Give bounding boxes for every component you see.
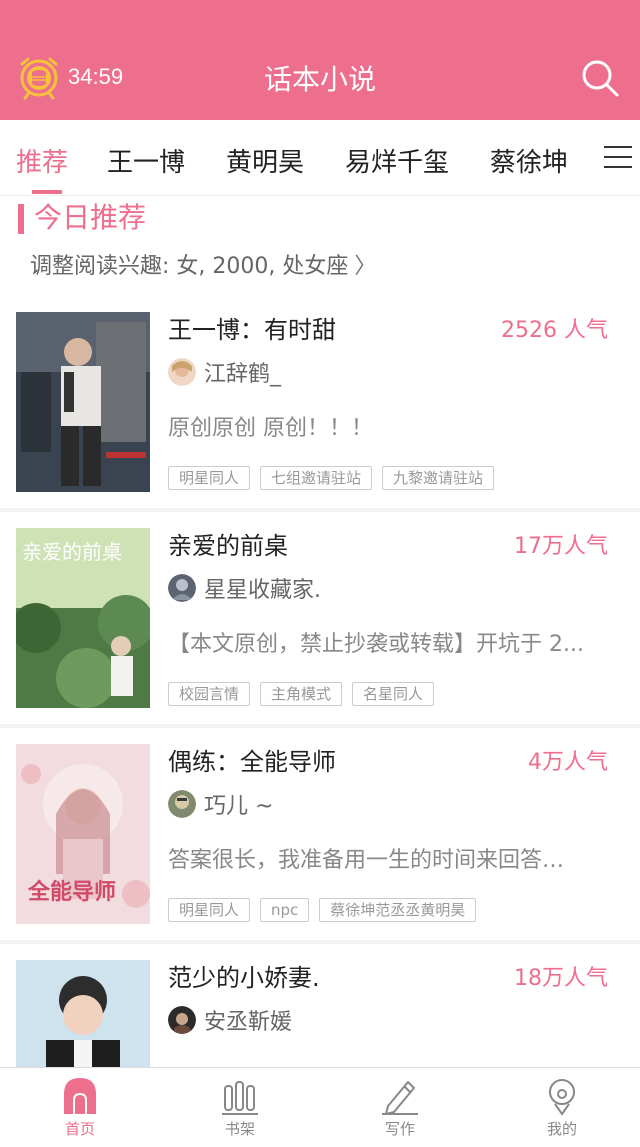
nav-bookshelf[interactable]: 书架 — [200, 1076, 280, 1139]
book-card[interactable]: 王一博：有时甜 2526 人气 江辞鹤_ 原创原创 原创！！！ 明星同人 七组邀… — [0, 296, 640, 512]
menu-icon[interactable] — [604, 146, 632, 170]
profile-icon — [549, 1079, 575, 1116]
tab-huang-minghao[interactable]: 黄明昊 — [226, 142, 304, 179]
book-author[interactable]: 安丞靳媛 — [168, 1004, 292, 1036]
avatar — [168, 574, 196, 602]
nav-profile[interactable]: 我的 — [522, 1076, 602, 1139]
tab-wang-yibo[interactable]: 王一博 — [107, 142, 185, 179]
app-header: 34:59 话本小说 — [0, 0, 640, 120]
section-accent-line — [32, 190, 62, 194]
book-title: 王一博：有时甜 — [168, 316, 336, 344]
pencil-icon — [382, 1081, 418, 1115]
book-author[interactable]: 巧儿 ~ — [168, 788, 273, 820]
search-icon[interactable] — [580, 58, 620, 98]
interest-text: 调整阅读兴趣: 女, 2000, 处女座 — [30, 254, 349, 279]
cover-title: 亲爱的前桌 — [22, 540, 122, 564]
book-card[interactable]: 全能导师 偶练：全能导师 4万人气 巧儿 ~ 答案很长，我准备用一生的时间来回答… — [0, 728, 640, 944]
tab-yi-yangqianxi[interactable]: 易烊千玺 — [345, 142, 449, 179]
adjust-interest-link[interactable]: 调整阅读兴趣: 女, 2000, 处女座〉 — [30, 248, 376, 280]
book-tag[interactable]: 明星同人 — [168, 898, 251, 922]
author-name: 巧儿 ~ — [204, 794, 274, 819]
book-description: 原创原创 原创！！！ — [168, 416, 373, 441]
book-popularity: 17万人气 — [514, 534, 608, 559]
nav-write[interactable]: 写作 — [360, 1076, 440, 1139]
book-title: 偶练：全能导师 — [168, 748, 336, 776]
book-description: 【本文原创，禁止抄袭或转载】开坑于 2... — [168, 632, 584, 657]
nav-label: 书架 — [224, 1120, 255, 1138]
nav-label: 写作 — [384, 1120, 415, 1138]
bookshelf-icon — [222, 1081, 258, 1115]
book-tag[interactable]: 七组邀请驻站 — [260, 466, 373, 490]
book-tags: 明星同人 npc 蔡徐坤范丞丞黄明昊 — [168, 898, 486, 922]
cover-title: 全能导师 — [28, 880, 117, 905]
bottom-navigation: 首页 书架 写作 我的 — [0, 1067, 640, 1147]
book-popularity: 18万人气 — [514, 966, 608, 991]
author-name: 安丞靳媛 — [204, 1010, 293, 1035]
book-tags: 校园言情 主角模式 名星同人 — [168, 682, 444, 706]
book-popularity: 2526 人气 — [501, 318, 608, 343]
nav-label: 我的 — [546, 1120, 577, 1138]
avatar — [168, 358, 196, 386]
book-tag[interactable]: 名星同人 — [352, 682, 435, 706]
book-tag[interactable]: 九黎邀请驻站 — [382, 466, 495, 490]
home-icon — [64, 1078, 96, 1114]
section-header: 今日推荐 — [18, 196, 146, 236]
book-title: 范少的小娇妻. — [168, 964, 320, 992]
avatar — [168, 790, 196, 818]
book-author[interactable]: 星星收藏家. — [168, 572, 321, 604]
book-title: 亲爱的前桌 — [168, 532, 288, 560]
book-tags: 明星同人 七组邀请驻站 九黎邀请驻站 — [168, 466, 504, 490]
section-title: 今日推荐 — [34, 201, 147, 234]
author-name: 江辞鹤_ — [204, 362, 282, 387]
app-title: 话本小说 — [263, 63, 376, 96]
book-tag[interactable]: 主角模式 — [260, 682, 343, 706]
book-popularity: 4万人气 — [528, 750, 608, 775]
book-tag[interactable]: 校园言情 — [168, 682, 251, 706]
book-tag[interactable]: 明星同人 — [168, 466, 251, 490]
book-tag[interactable]: npc — [260, 898, 310, 922]
avatar — [168, 1006, 196, 1034]
book-cover[interactable]: 亲爱的前桌 — [16, 528, 150, 708]
nav-home[interactable]: 首页 — [40, 1076, 120, 1139]
tab-cai-xukun[interactable]: 蔡徐坤 — [490, 142, 568, 179]
nav-label: 首页 — [64, 1120, 95, 1138]
book-cover[interactable] — [16, 312, 150, 492]
book-description: 答案很长，我准备用一生的时间来回答… — [168, 848, 565, 873]
category-tabs: 推荐 王一博 黄明昊 易烊千玺 蔡徐坤 — [0, 120, 640, 196]
tab-recommend[interactable]: 推荐 — [16, 142, 68, 179]
book-card[interactable]: 亲爱的前桌 亲爱的前桌 17万人气 星星收藏家. 【本文原创，禁止抄袭或转载】开… — [0, 512, 640, 728]
author-name: 星星收藏家. — [204, 578, 321, 603]
book-cover[interactable]: 全能导师 — [16, 744, 150, 924]
section-accent-bar — [18, 204, 24, 234]
chevron-right-icon: 〉 — [354, 254, 377, 279]
book-author[interactable]: 江辞鹤_ — [168, 356, 281, 388]
book-tag[interactable]: 蔡徐坤范丞丞黄明昊 — [319, 898, 477, 922]
